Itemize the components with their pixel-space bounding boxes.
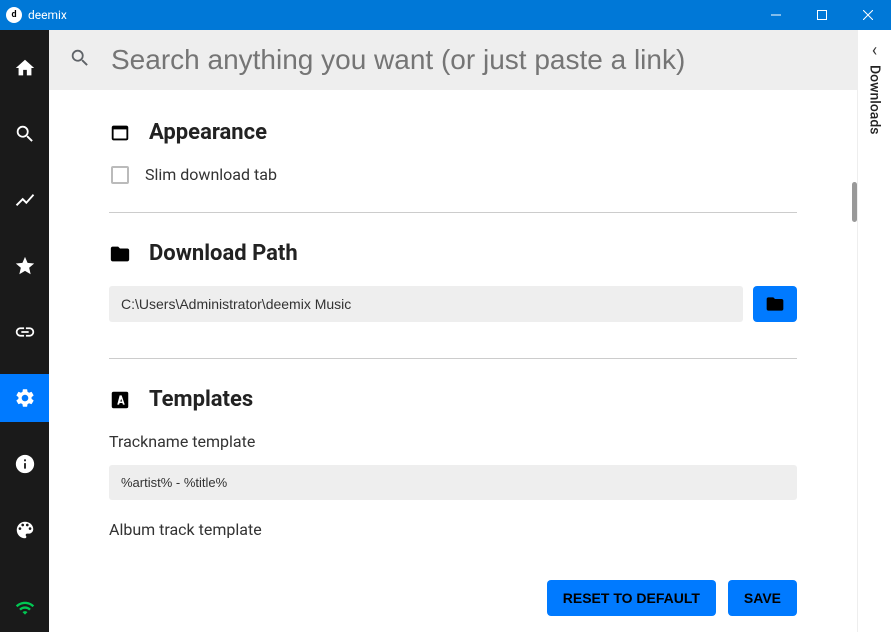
scrollbar-thumb[interactable] (852, 182, 857, 222)
appearance-heading: Appearance (149, 120, 267, 145)
slim-tab-label: Slim download tab (145, 165, 277, 184)
browse-folder-button[interactable] (753, 286, 797, 322)
search-icon (69, 47, 111, 73)
nav-charts[interactable] (0, 176, 49, 224)
nav-settings[interactable] (0, 374, 49, 422)
nav-link[interactable] (0, 308, 49, 356)
chevron-left-icon: ‹ (872, 40, 877, 61)
nav-favorites[interactable] (0, 242, 49, 290)
font-icon (109, 389, 131, 411)
nav-about[interactable] (0, 440, 49, 488)
divider (109, 358, 797, 359)
sidebar (0, 30, 49, 632)
trackname-template-input[interactable] (109, 465, 797, 500)
nav-theme[interactable] (0, 506, 49, 554)
nav-home[interactable] (0, 44, 49, 92)
album-template-label: Album track template (109, 520, 797, 539)
close-button[interactable] (845, 0, 891, 30)
download-path-heading: Download Path (149, 241, 298, 266)
downloads-tab-label: Downloads (867, 65, 883, 134)
download-path-input[interactable] (109, 286, 743, 322)
trackname-label: Trackname template (109, 432, 797, 451)
window-title: deemix (28, 8, 753, 22)
slim-tab-checkbox[interactable] (111, 166, 129, 184)
reset-button[interactable]: RESET TO DEFAULT (547, 580, 716, 616)
save-button[interactable]: SAVE (728, 580, 797, 616)
titlebar: d deemix (0, 0, 891, 30)
app-icon: d (6, 7, 22, 23)
nav-search[interactable] (0, 110, 49, 158)
content-area: Appearance Slim download tab Download Pa… (49, 30, 857, 632)
searchbar (49, 30, 857, 90)
connection-status-icon (15, 598, 35, 622)
templates-heading: Templates (149, 387, 253, 412)
folder-icon (109, 243, 131, 265)
maximize-button[interactable] (799, 0, 845, 30)
divider (109, 212, 797, 213)
downloads-tab[interactable]: ‹ Downloads (857, 30, 891, 632)
minimize-button[interactable] (753, 0, 799, 30)
web-icon (109, 122, 131, 144)
search-input[interactable] (111, 44, 837, 76)
